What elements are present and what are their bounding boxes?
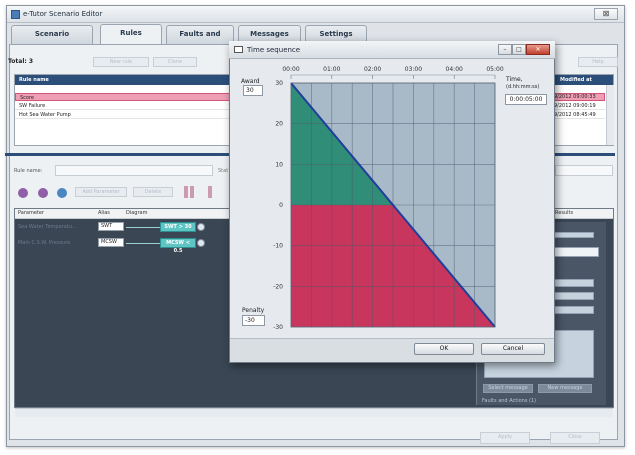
clone-button[interactable]: Clone [153, 57, 197, 67]
condition-block[interactable]: SWT > 30 [160, 222, 196, 232]
plot-area [290, 74, 496, 328]
faults-actions-label: Faults and Actions (1) [482, 398, 537, 404]
y-tick-label: -10 [273, 243, 283, 250]
alias-field[interactable]: MCSW [98, 238, 124, 247]
parameter-name[interactable]: Main C.S.W. Pressure [18, 240, 70, 246]
status-label: Stat [218, 168, 229, 174]
time-label: Time, [506, 76, 523, 83]
horizontal-scrollbar[interactable] [15, 408, 613, 417]
new-message-button[interactable]: New message [538, 384, 592, 393]
x-tick-label: 01:00 [323, 66, 340, 73]
penalty-label: Penalty [242, 307, 265, 314]
bar-icon[interactable] [208, 186, 212, 198]
cancel-button[interactable]: Cancel [481, 343, 545, 355]
condition-block[interactable]: MCSW < 0.5 [160, 238, 196, 254]
modified-at-value: 9/2012 08:45:49 [554, 112, 596, 118]
column-results: Results [555, 210, 574, 216]
x-axis: 00:00 01:00 02:00 03:00 04:00 05:00 [282, 66, 504, 79]
add-parameter-button[interactable]: Add Parameter [75, 187, 127, 197]
minimize-icon[interactable]: – [498, 44, 512, 55]
modified-at-value: 9/2012 09:00:19 [554, 103, 596, 109]
window-icon [234, 46, 243, 53]
time-unit-label: (d.hh:mm:ss) [506, 84, 540, 90]
column-diagram: Diagram [126, 210, 148, 216]
undo-icon[interactable] [18, 188, 28, 198]
rule-name-input[interactable] [55, 165, 213, 176]
rule-name-label: Rule name: [14, 168, 43, 174]
y-tick-label: 0 [279, 202, 283, 209]
column-rule-name[interactable]: Rule name [19, 77, 49, 83]
x-tick-label: 04:00 [446, 66, 463, 73]
parameter-name[interactable]: Sea Water Temperatu... [18, 224, 77, 230]
total-count: Total: 3 [8, 58, 34, 65]
column-alias: Alias [98, 210, 110, 216]
x-tick-label: 03:00 [405, 66, 422, 73]
x-tick-label: 02:00 [364, 66, 381, 73]
y-tick-label: 10 [275, 161, 283, 168]
penalty-input[interactable]: -30 [242, 315, 265, 326]
alias-field[interactable]: SWT [98, 222, 124, 231]
rules-scrollbar[interactable] [606, 85, 614, 145]
x-tick-label: 05:00 [486, 66, 503, 73]
ok-button[interactable]: OK [414, 343, 474, 355]
app-icon [11, 10, 20, 19]
connector-port-icon[interactable] [197, 223, 205, 231]
new-rule-button[interactable]: New rule [93, 57, 149, 67]
tab-rules[interactable]: Rules [100, 24, 162, 45]
tab-scenario-description[interactable]: Scenario description [11, 25, 93, 55]
y-tick-label: 20 [275, 121, 283, 128]
x-tick-label: 00:00 [282, 66, 299, 73]
apply-button[interactable]: Apply [480, 432, 530, 444]
connector-port-icon[interactable] [197, 239, 205, 247]
award-input[interactable]: 30 [243, 85, 263, 96]
y-tick-label: 30 [275, 80, 283, 87]
award-label: Award [241, 78, 260, 85]
redo-icon[interactable] [38, 188, 48, 198]
time-input[interactable]: 0:00:05:00 [505, 94, 547, 105]
help-button[interactable]: Help [578, 57, 618, 67]
delete-button[interactable]: Delete [133, 187, 173, 197]
refresh-icon[interactable] [57, 188, 67, 198]
y-tick-label: -30 [273, 324, 283, 331]
select-message-button[interactable]: Select message [483, 384, 533, 393]
column-parameter: Parameter [18, 210, 45, 216]
y-tick-label: -20 [273, 283, 283, 290]
column-modified-at[interactable]: Modified at [560, 77, 592, 83]
pause-icon[interactable] [190, 186, 194, 198]
dialog-title: Time sequence [247, 46, 301, 54]
maximize-icon[interactable]: □ [512, 44, 526, 55]
close-icon[interactable]: ✕ [526, 44, 550, 55]
y-axis: 30 20 10 0 -10 -20 -30 [273, 80, 283, 331]
status-input[interactable] [555, 165, 613, 176]
window-title: e-Tutor Scenario Editor [23, 10, 103, 18]
modified-at-value: 9/2012 09:00:33 [554, 94, 596, 100]
pause-icon[interactable] [184, 186, 188, 198]
tab-faults-and-actions[interactable]: Faults and Actions [166, 25, 234, 55]
close-icon[interactable]: ⊠ [594, 8, 618, 20]
close-button[interactable]: Close [550, 432, 600, 444]
